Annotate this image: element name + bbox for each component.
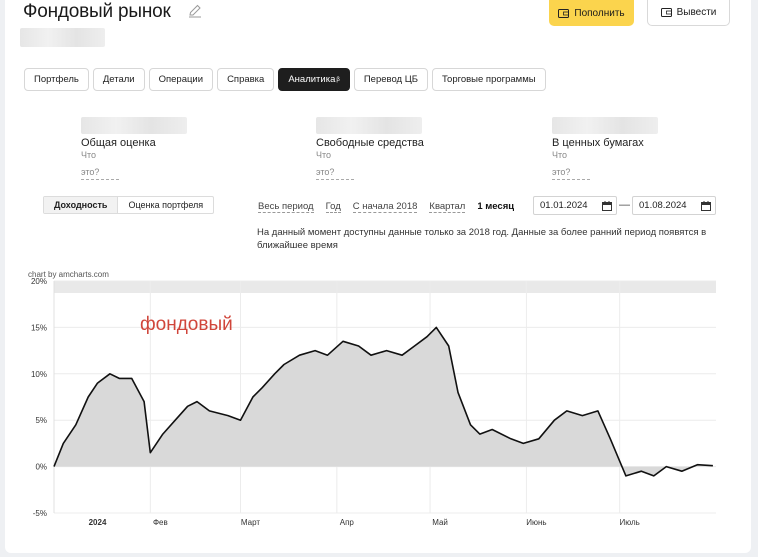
y-tick-label: 10% — [31, 370, 47, 379]
beta-badge: β — [336, 76, 340, 83]
tab-securities-transfer[interactable]: Перевод ЦБ — [353, 68, 428, 91]
y-axis: 20% 15% 10% 5% 0% -5% — [31, 277, 47, 518]
wallet-icon — [558, 8, 570, 18]
stat-total: Общая оценка Что это? — [81, 117, 187, 180]
x-tick-label: Апр — [340, 518, 355, 527]
tab-help[interactable]: Справка — [217, 68, 275, 91]
stat-label: Свободные средства — [316, 137, 424, 149]
period-all[interactable]: Весь период — [258, 201, 314, 213]
date-to-value: 01.08.2024 — [639, 200, 687, 211]
y-tick-label: 5% — [35, 416, 47, 425]
period-selector: Весь период Год С начала 2018 Квартал 1 … — [258, 201, 514, 213]
page-title: Фондовый рынок — [23, 1, 171, 22]
wallet-out-icon — [660, 8, 672, 17]
stat-hint: Что — [552, 150, 568, 160]
date-from-value: 01.01.2024 — [540, 200, 588, 211]
data-availability-notice: На данный момент доступны данные только … — [257, 227, 707, 251]
tab-details[interactable]: Детали — [92, 68, 145, 91]
y-tick-label: 20% — [31, 277, 47, 286]
account-number-blurred — [20, 28, 105, 47]
x-axis: 2024 Фев Март Апр Май Июнь Июль — [89, 518, 640, 527]
x-tick-label: Фев — [153, 518, 168, 527]
deposit-label: Пополнить — [574, 7, 625, 19]
toggle-yield[interactable]: Доходность — [44, 197, 119, 213]
period-quarter[interactable]: Квартал — [429, 201, 466, 213]
stat-value-blurred — [81, 117, 187, 134]
tab-trading-programs[interactable]: Торговые программы — [431, 68, 546, 91]
x-tick-label: Май — [432, 518, 448, 527]
y-tick-label: -5% — [33, 509, 47, 518]
x-tick-label: 2024 — [89, 518, 107, 527]
stat-securities: В ценных бумагах Что это? — [552, 117, 658, 180]
stat-hint-link[interactable]: это? — [552, 166, 590, 180]
chart-annotation: фондовый — [140, 314, 233, 335]
withdraw-button[interactable]: Вывести — [647, 0, 730, 26]
y-tick-label: 0% — [35, 463, 47, 472]
nav-tabs: Портфель Детали Операции Справка Аналити… — [24, 68, 546, 91]
stat-free-funds: Свободные средства Что это? — [316, 117, 424, 180]
tab-analytics[interactable]: Аналитика β — [278, 68, 350, 91]
x-tick-label: Март — [241, 518, 260, 527]
date-to-input[interactable]: 01.08.2024 — [632, 196, 716, 215]
stat-label: Общая оценка — [81, 137, 156, 149]
chart-top-band — [54, 281, 716, 293]
withdraw-label: Вывести — [676, 7, 717, 18]
pencil-icon[interactable] — [188, 4, 202, 18]
period-since-2018[interactable]: С начала 2018 — [352, 201, 418, 213]
stat-value-blurred — [552, 117, 658, 134]
chart-mode-toggle: Доходность Оценка портфеля — [43, 196, 215, 214]
date-range-separator: — — [619, 199, 630, 211]
tab-portfolio[interactable]: Портфель — [24, 68, 89, 91]
stat-hint: Что — [81, 150, 97, 160]
deposit-button[interactable]: Пополнить — [549, 0, 634, 26]
date-from-input[interactable]: 01.01.2024 — [533, 196, 617, 215]
stat-hint-link[interactable]: это? — [316, 166, 354, 180]
calendar-icon[interactable] — [602, 201, 612, 211]
x-tick-label: Июнь — [526, 518, 546, 527]
y-tick-label: 15% — [31, 323, 47, 332]
tab-operations[interactable]: Операции — [148, 68, 214, 91]
series-area — [54, 327, 713, 476]
stat-hint: Что — [316, 150, 332, 160]
toggle-portfolio-value[interactable]: Оценка портфеля — [118, 197, 213, 213]
stat-value-blurred — [316, 117, 422, 134]
period-month[interactable]: 1 месяц — [477, 201, 514, 213]
stat-label: В ценных бумагах — [552, 137, 644, 149]
period-year[interactable]: Год — [325, 201, 341, 213]
yield-area-chart: 20% 15% 10% 5% 0% -5% 2024 Фев Март Апр Май Июнь Ию… — [31, 277, 716, 527]
x-tick-label: Июль — [619, 518, 639, 527]
stat-hint-link[interactable]: это? — [81, 166, 119, 180]
calendar-icon[interactable] — [701, 201, 711, 211]
